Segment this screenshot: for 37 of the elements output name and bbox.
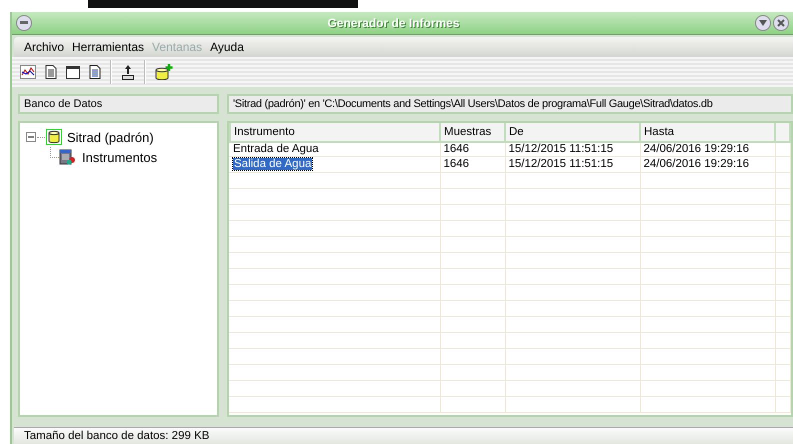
window-icon[interactable] [66, 66, 80, 78]
table-cell: 24/06/2016 19:29:16 [640, 142, 775, 158]
collapse-toggle[interactable] [26, 132, 36, 142]
menu-item[interactable]: Herramientas [72, 40, 144, 54]
window-menu-button[interactable] [16, 15, 32, 31]
minimize-button[interactable] [755, 15, 771, 31]
table-cell[interactable]: Salida de Agua [233, 158, 312, 170]
window-title: Generador de Informes [326, 16, 461, 30]
document-icon[interactable] [89, 65, 101, 79]
instruments-icon [59, 149, 77, 165]
column-header[interactable]: Hasta [640, 123, 775, 142]
minus-icon [20, 21, 28, 25]
status-bar: Tamaño del banco de datos: 299 KB [14, 427, 793, 444]
table-cell: 15/12/2015 11:51:15 [505, 142, 640, 158]
database-add-icon[interactable] [155, 64, 173, 80]
column-header[interactable]: De [505, 123, 640, 142]
menu-item[interactable]: Ayuda [210, 40, 244, 54]
caret-icon [759, 20, 767, 26]
document-icon[interactable] [45, 65, 57, 79]
table-cell: 15/12/2015 11:51:15 [505, 158, 640, 173]
column-header[interactable]: Muestras [440, 123, 505, 142]
menu-item[interactable]: Archivo [24, 40, 64, 54]
minus-icon [28, 134, 34, 140]
database-icon [46, 129, 62, 145]
table-cell: 1646 [440, 142, 505, 158]
tree-item[interactable]: Instrumentos [82, 150, 158, 164]
upload-icon[interactable] [121, 64, 135, 80]
close-icon [777, 19, 785, 27]
table-cell: 1646 [440, 158, 505, 173]
close-button[interactable] [773, 15, 789, 31]
tree-item[interactable]: Sitrad (padrón) [67, 130, 154, 144]
table-cell[interactable]: Entrada de Agua [233, 143, 319, 155]
panel-header: Banco de Datos [18, 94, 219, 114]
path-header: 'Sitrad (padrón)' en 'C:\Documents and Settings\All Users\Datos de programa\Full Gauge\Sitrad\datos.db [227, 94, 793, 114]
column-header[interactable]: Instrumento [230, 123, 440, 142]
chart-icon[interactable] [20, 65, 36, 79]
table-cell: 24/06/2016 19:29:16 [640, 158, 775, 173]
